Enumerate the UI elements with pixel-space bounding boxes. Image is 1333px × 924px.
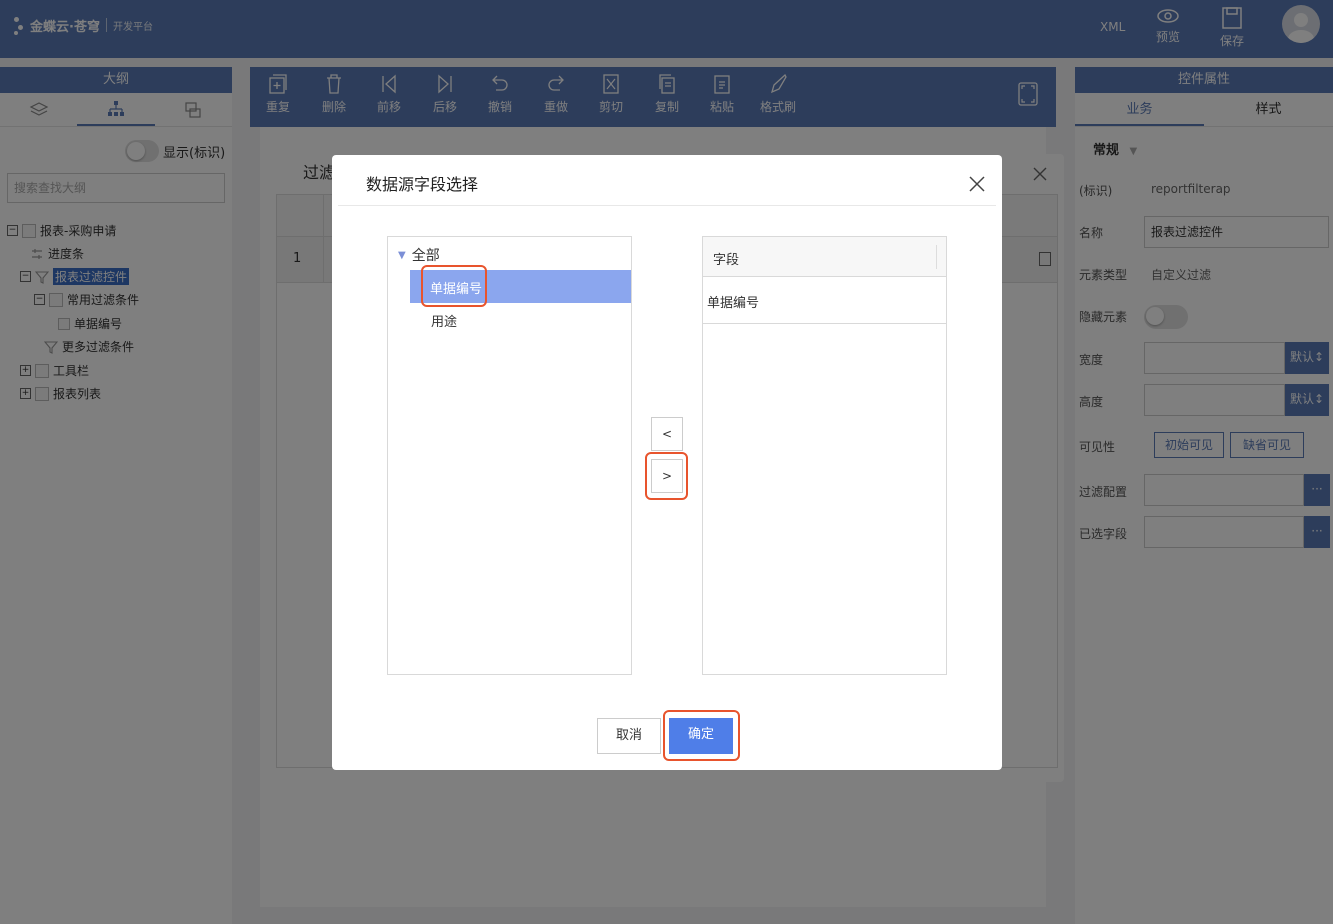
field-select-dialog: 数据源字段选择 ▼ 全部 单据编号 用途 < > 字段 单据编号 取消 确定	[332, 155, 1002, 770]
close-icon[interactable]	[968, 175, 986, 193]
move-left-button[interactable]: <	[651, 417, 683, 451]
tree-node-purpose[interactable]: 用途	[431, 311, 457, 330]
dialog-title: 数据源字段选择	[366, 175, 479, 194]
annotation-highlight	[421, 265, 487, 307]
tree-node-all[interactable]: ▼ 全部	[398, 245, 440, 265]
annotation-highlight	[663, 710, 740, 761]
caret-down-icon: ▼	[398, 249, 406, 261]
table-row[interactable]: 单据编号	[703, 277, 946, 324]
table-header: 字段	[703, 237, 946, 277]
cancel-button[interactable]: 取消	[597, 718, 661, 754]
annotation-highlight	[645, 452, 688, 500]
column-header-field: 字段	[713, 253, 740, 268]
selected-fields-table: 字段 单据编号	[702, 236, 947, 675]
